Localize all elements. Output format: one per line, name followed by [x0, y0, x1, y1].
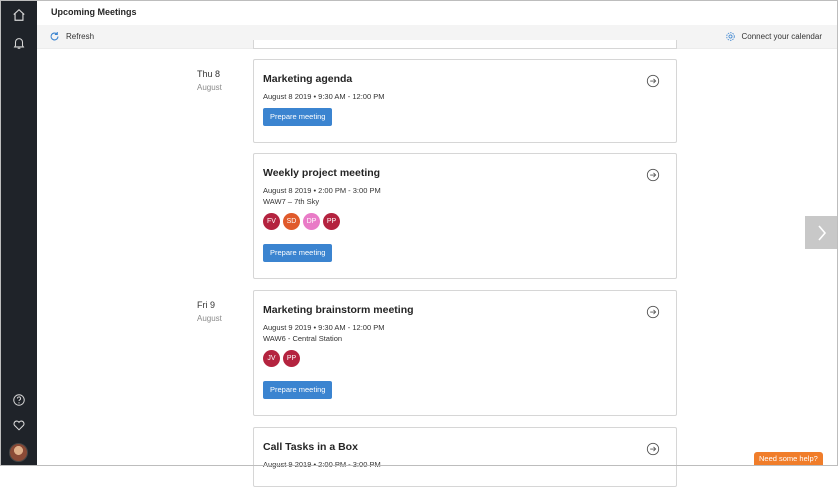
meeting-time: August 9 2019 • 2:00 PM - 3:00 PM — [263, 460, 381, 469]
day-label: Fri 9 August — [197, 300, 222, 323]
prepare-meeting-button[interactable]: Prepare meeting — [263, 108, 333, 126]
attendee-avatar[interactable]: PP — [283, 350, 300, 367]
meeting-title: Marketing agenda — [263, 73, 353, 85]
user-avatar[interactable] — [9, 443, 28, 462]
meeting-title: Weekly project meeting — [263, 167, 381, 179]
meeting-location: WAW7 – 7th Sky — [263, 197, 320, 206]
refresh-label: Refresh — [66, 32, 95, 41]
left-rail — [0, 0, 37, 466]
heart-icon — [13, 420, 24, 431]
meeting-time: August 8 2019 • 9:30 AM - 12:00 PM — [263, 92, 385, 101]
prepare-meeting-button[interactable]: Prepare meeting — [263, 244, 333, 262]
meeting-card[interactable]: Marketing brainstorm meeting August 9 20… — [253, 290, 677, 416]
open-meeting-arrow-icon[interactable] — [646, 168, 660, 182]
next-page-button[interactable] — [805, 216, 838, 249]
meeting-card[interactable]: Marketing agenda August 8 2019 • 9:30 AM… — [253, 59, 677, 143]
home-icon — [12, 8, 25, 21]
attendee-list: FV SD DP PP — [263, 213, 340, 230]
day-month: August — [197, 83, 222, 92]
bell-icon — [13, 38, 24, 49]
open-meeting-arrow-icon[interactable] — [646, 305, 660, 319]
day-name: Thu 8 — [197, 69, 221, 79]
meeting-time: August 8 2019 • 2:00 PM - 3:00 PM — [263, 186, 381, 195]
day-name: Fri 9 — [197, 300, 215, 310]
refresh-button[interactable]: Refresh — [49, 31, 94, 42]
question-icon — [12, 394, 25, 406]
need-help-button[interactable]: Need some help? — [754, 452, 823, 466]
prepare-meeting-button[interactable]: Prepare meeting — [263, 381, 333, 399]
previous-card-edge — [253, 40, 677, 49]
open-meeting-arrow-icon[interactable] — [646, 442, 660, 456]
meeting-title: Call Tasks in a Box — [263, 441, 358, 453]
refresh-icon — [50, 32, 59, 41]
attendee-avatar[interactable]: JV — [263, 350, 280, 367]
day-month: August — [197, 314, 222, 323]
attendee-list: JV PP — [263, 350, 300, 367]
gear-icon — [725, 32, 735, 41]
connect-calendar-label: Connect your calendar — [741, 32, 823, 41]
page-header: Upcoming Meetings — [37, 0, 838, 25]
attendee-avatar[interactable]: DP — [303, 213, 320, 230]
meeting-title: Marketing brainstorm meeting — [263, 304, 414, 316]
day-label: Thu 8 August — [197, 69, 222, 92]
notifications-button[interactable] — [0, 28, 37, 58]
page-title: Upcoming Meetings — [51, 7, 137, 17]
attendee-avatar[interactable]: SD — [283, 213, 300, 230]
meeting-location: WAW6 - Central Station — [263, 334, 343, 343]
chevron-right-icon — [817, 224, 826, 241]
attendee-avatar[interactable]: PP — [323, 213, 340, 230]
open-meeting-arrow-icon[interactable] — [646, 74, 660, 88]
meeting-card[interactable]: Call Tasks in a Box August 9 2019 • 2:00… — [253, 427, 677, 487]
attendee-avatar[interactable]: FV — [263, 213, 280, 230]
favorites-button[interactable] — [0, 410, 37, 440]
meeting-card[interactable]: Weekly project meeting August 8 2019 • 2… — [253, 153, 677, 279]
home-button[interactable] — [0, 0, 37, 30]
meeting-time: August 9 2019 • 9:30 AM - 12:00 PM — [263, 323, 385, 332]
connect-calendar-button[interactable]: Connect your calendar — [725, 31, 823, 42]
